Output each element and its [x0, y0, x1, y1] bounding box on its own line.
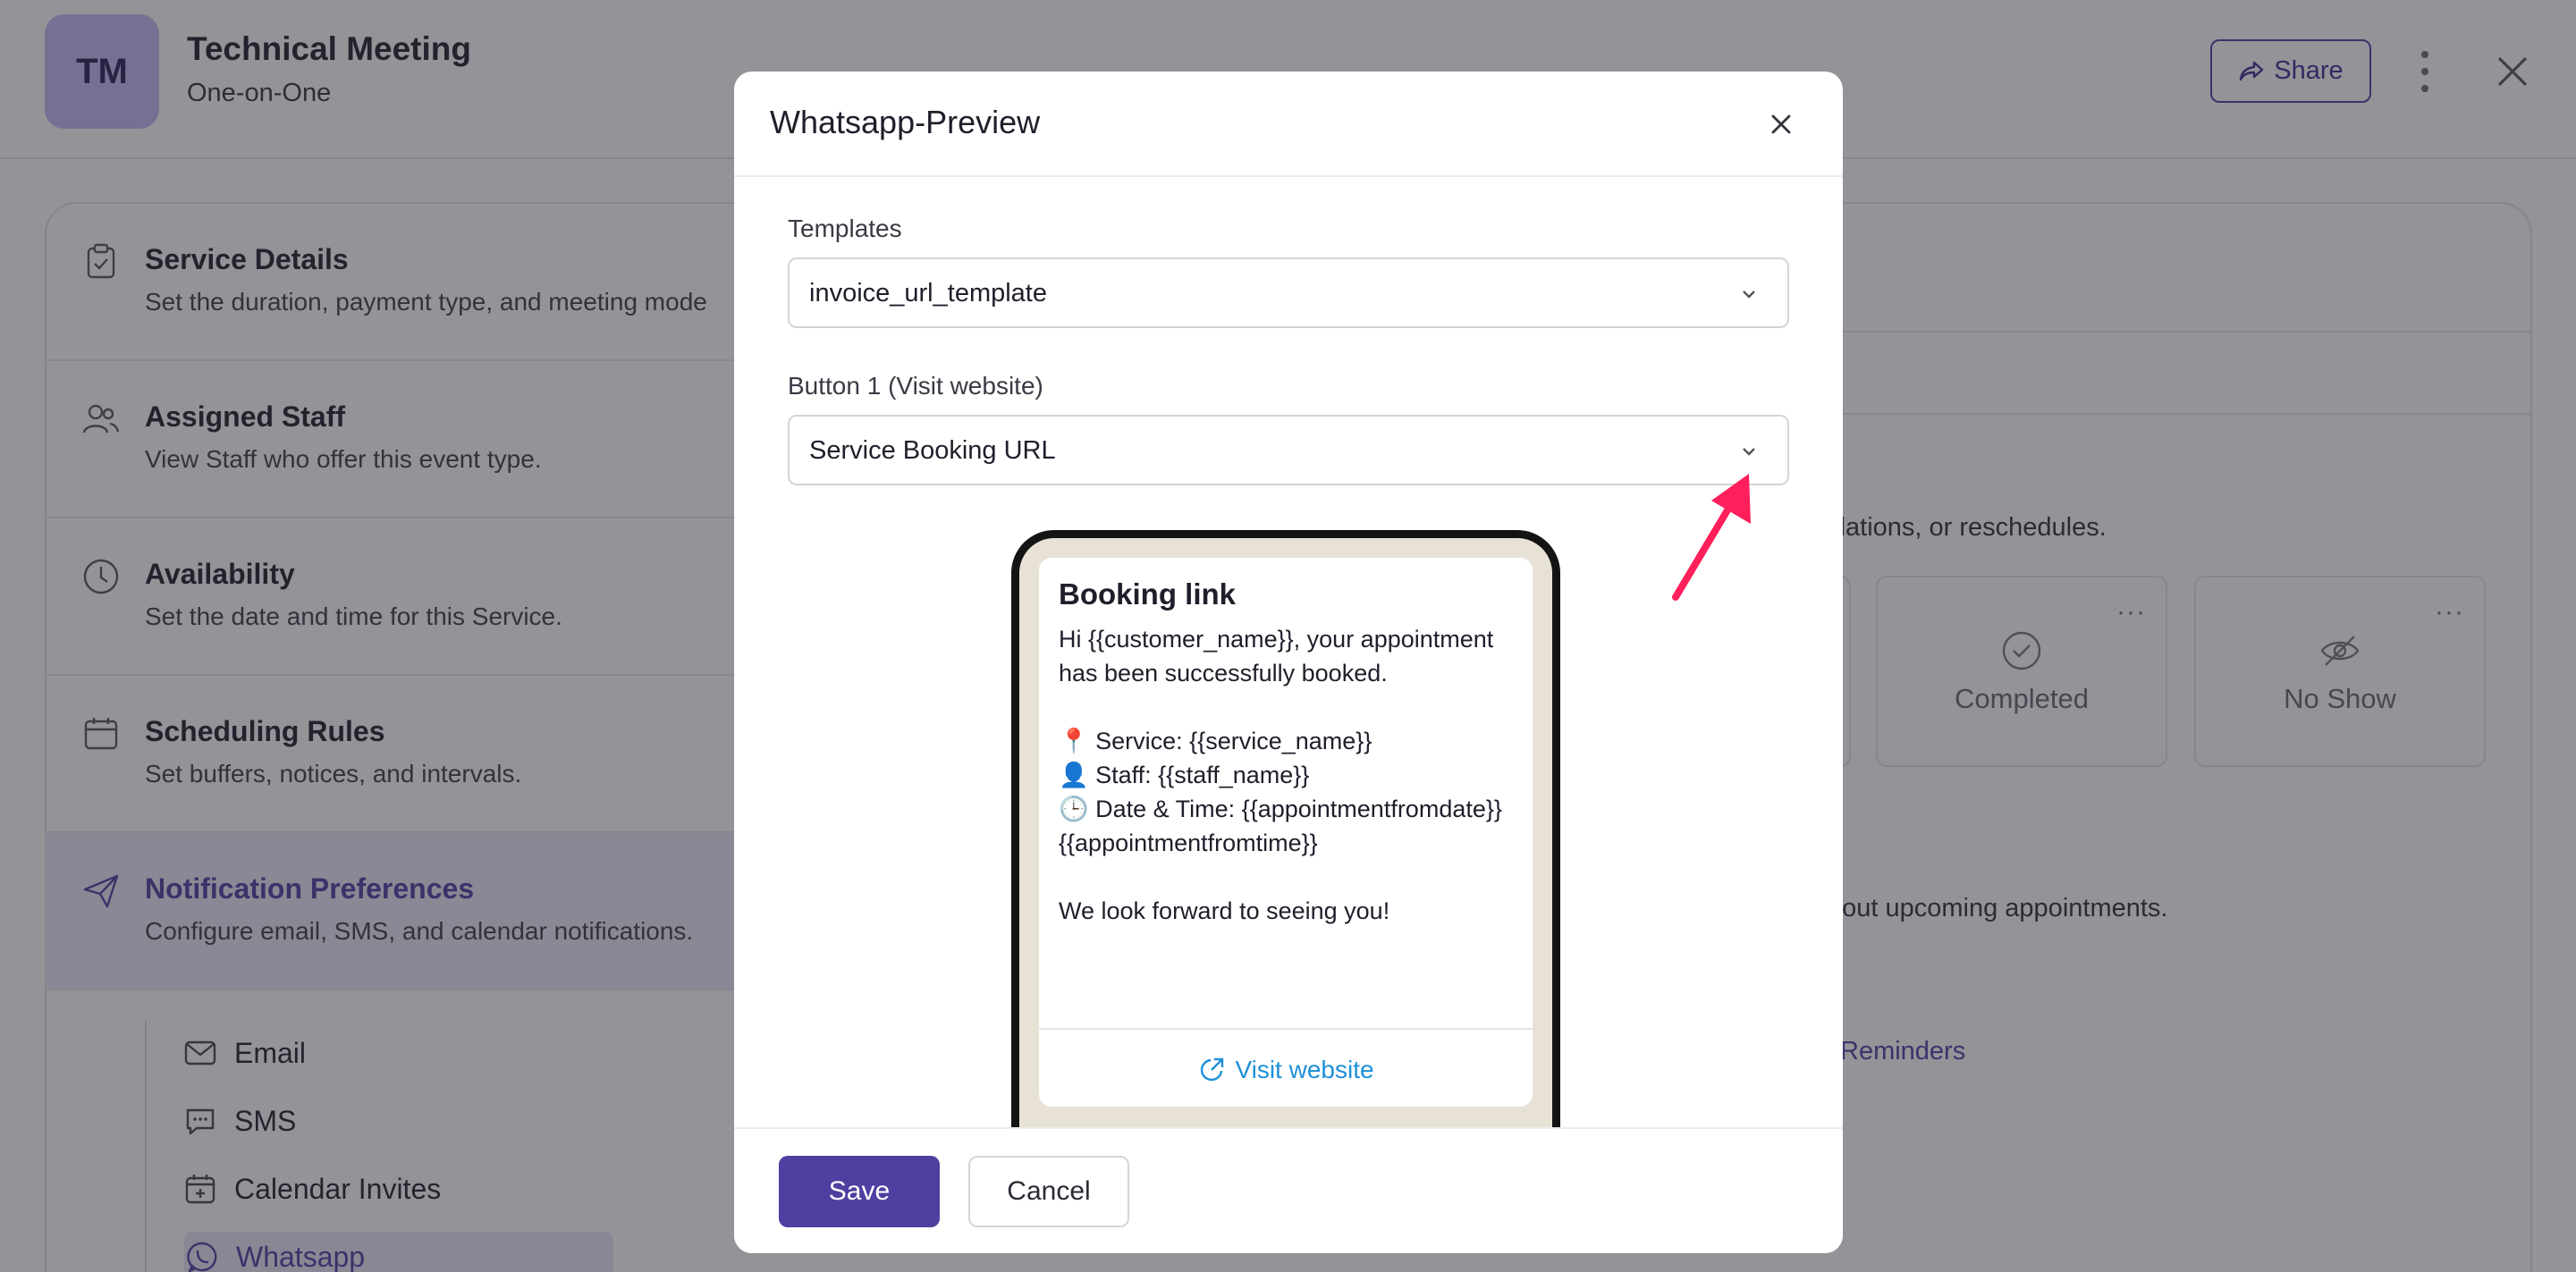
annotation-arrow-icon	[1672, 474, 1751, 601]
button1-select-value: Service Booking URL	[809, 436, 1056, 465]
visit-website-button[interactable]: Visit website	[1039, 1048, 1533, 1092]
cancel-button[interactable]: Cancel	[968, 1156, 1129, 1227]
templates-label: Templates	[788, 215, 902, 242]
whatsapp-preview-dialog: Whatsapp-Preview Templates invoice_url_t…	[734, 72, 1843, 1253]
message-body: Hi {{customer_name}}, your appointment h…	[1059, 626, 1502, 924]
message-bubble: Booking link Hi {{customer_name}}, your …	[1039, 558, 1533, 1107]
external-link-icon	[1201, 1057, 1224, 1082]
save-button[interactable]: Save	[779, 1156, 940, 1227]
visit-website-label: Visit website	[1235, 1056, 1374, 1083]
button1-select[interactable]: Service Booking URL	[788, 415, 1789, 485]
dialog-footer: Save Cancel	[734, 1127, 1843, 1253]
templates-select-value: invoice_url_template	[809, 279, 1047, 307]
chevron-down-icon	[1743, 291, 1755, 299]
button1-label: Button 1 (Visit website)	[788, 372, 1043, 400]
message-title: Booking link	[1059, 577, 1236, 611]
chevron-down-icon	[1743, 448, 1755, 456]
dialog-header: Whatsapp-Preview	[734, 72, 1843, 177]
templates-select[interactable]: invoice_url_template	[788, 257, 1789, 328]
close-icon[interactable]	[1762, 105, 1800, 143]
divider	[1039, 1028, 1533, 1030]
dialog-title: Whatsapp-Preview	[770, 104, 1041, 140]
